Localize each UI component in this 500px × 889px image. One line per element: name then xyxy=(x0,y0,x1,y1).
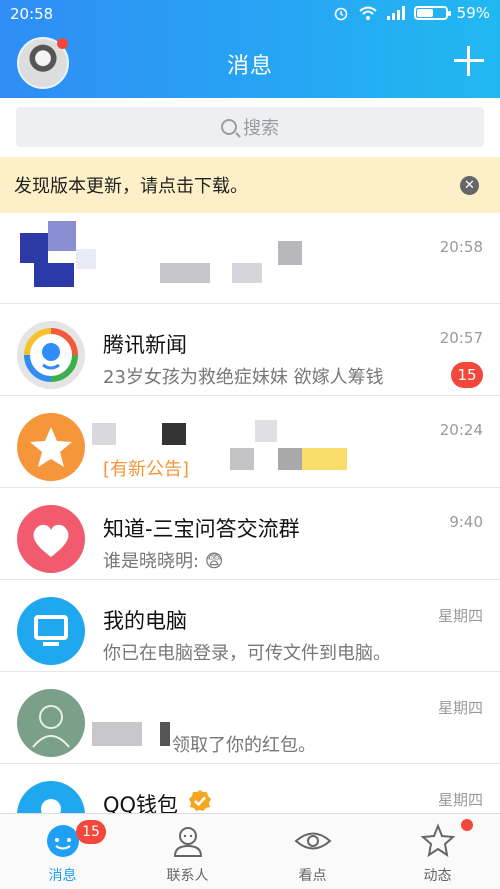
list-item[interactable]: [有新公告] 20:24 xyxy=(0,396,500,488)
search-placeholder: 搜索 xyxy=(243,118,279,139)
star-icon xyxy=(30,427,72,467)
update-notice-text: 发现版本更新，请点击下载。 xyxy=(14,176,248,197)
conversation-time: 20:58 xyxy=(439,238,483,256)
person-icon xyxy=(32,705,70,748)
conversation-name: 腾讯新闻 xyxy=(103,333,187,357)
conversation-time: 20:24 xyxy=(439,421,483,439)
top-bar: 20:58 59% 消息 xyxy=(0,0,500,98)
tab-badge: 15 xyxy=(76,820,106,844)
conversation-time: 20:57 xyxy=(439,329,483,347)
tab-label: 联系人 xyxy=(166,868,209,884)
update-notice[interactable]: 发现版本更新，请点击下载。 ✕ xyxy=(0,157,500,213)
tab-label: 动态 xyxy=(423,868,452,884)
list-item[interactable]: 我的电脑 你已在电脑登录，可传文件到电脑。 星期四 xyxy=(0,580,500,672)
tab-kandian[interactable]: 看点 xyxy=(250,814,375,889)
alarm-icon xyxy=(334,7,347,21)
conversation-list: 20:58 腾讯新闻 23岁女孩为救绝症妹妹 欲嫁人筹钱 20:57 15 [有… xyxy=(0,213,500,856)
contact-avatar xyxy=(17,689,85,757)
tab-messages[interactable]: 15 消息 xyxy=(0,814,125,889)
bottom-tab-bar: 15 消息 联系人 看点 动态 xyxy=(0,813,500,889)
page-title: 消息 xyxy=(226,54,273,79)
group-avatar xyxy=(17,413,85,481)
signal-icon xyxy=(386,6,405,20)
unread-badge: 15 xyxy=(451,362,483,388)
status-time: 20:58 xyxy=(10,5,54,23)
wifi-icon xyxy=(358,6,377,20)
status-bar: 20:58 59% xyxy=(0,0,500,30)
conversation-message: [有新公告] xyxy=(103,459,190,480)
battery-percent: 59% xyxy=(456,4,490,22)
my-computer-avatar xyxy=(17,597,85,665)
list-item[interactable]: 知道-三宝问答交流群 谁是晓晓明: 😨 9:40 xyxy=(0,488,500,580)
conversation-time: 9:40 xyxy=(449,513,483,531)
conversation-message: 23岁女孩为救绝症妹妹 欲嫁人筹钱 xyxy=(103,367,384,388)
tab-feeds[interactable]: 动态 xyxy=(375,814,500,889)
tencent-news-icon xyxy=(24,328,78,382)
battery-icon xyxy=(413,6,451,20)
conversation-message: 领取了你的红包。 xyxy=(172,735,316,756)
search-area: 搜索 xyxy=(0,98,500,156)
conversation-message: 谁是晓晓明: 😨 xyxy=(103,551,224,572)
conversation-time: 星期四 xyxy=(437,791,483,809)
list-item[interactable]: 领取了你的红包。 星期四 xyxy=(0,672,500,764)
conversation-time: 星期四 xyxy=(437,607,483,625)
eye-icon xyxy=(294,832,332,850)
notification-dot xyxy=(461,819,473,831)
close-icon[interactable]: ✕ xyxy=(460,176,479,195)
tencent-news-avatar xyxy=(17,321,85,389)
list-item[interactable]: 腾讯新闻 23岁女孩为救绝症妹妹 欲嫁人筹钱 20:57 15 xyxy=(0,304,500,396)
tab-contacts[interactable]: 联系人 xyxy=(125,814,250,889)
contacts-icon xyxy=(173,827,203,857)
conversation-name: 我的电脑 xyxy=(103,609,187,633)
status-icons: 59% xyxy=(333,4,490,22)
monitor-icon xyxy=(34,615,68,646)
search-icon xyxy=(221,119,237,135)
zhidao-group-avatar xyxy=(17,505,85,573)
search-input[interactable]: 搜索 xyxy=(16,107,484,147)
add-icon[interactable] xyxy=(454,46,484,76)
heart-icon xyxy=(33,524,69,557)
avatar xyxy=(20,221,98,289)
list-item[interactable]: 20:58 xyxy=(0,213,500,304)
star-icon xyxy=(420,823,456,858)
conversation-time: 星期四 xyxy=(437,699,483,717)
tab-label: 消息 xyxy=(48,868,77,884)
verified-icon xyxy=(189,790,211,811)
conversation-name: 知道-三宝问答交流群 xyxy=(103,517,300,541)
conversation-message: 你已在电脑登录，可传文件到电脑。 xyxy=(103,643,391,664)
tab-label: 看点 xyxy=(298,868,327,884)
